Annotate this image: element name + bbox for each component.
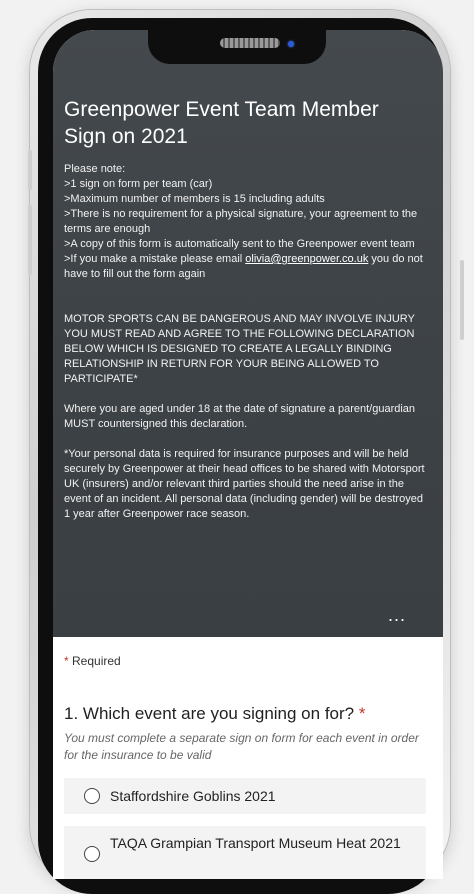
question-hint: You must complete a separate sign on for… [64, 731, 419, 762]
option-label: TAQA Grampian Transport Museum Heat 2021 [110, 835, 401, 851]
option-label: Staffordshire Goblins 2021 [110, 788, 276, 804]
speaker-grille [220, 38, 280, 48]
data-note: *Your personal data is required for insu… [64, 448, 425, 520]
front-camera [288, 41, 294, 47]
more-options-button[interactable]: ... [388, 605, 406, 626]
phone-notch [148, 30, 326, 64]
side-button-left-2 [28, 205, 32, 275]
radio-option[interactable]: Staffordshire Goblins 2021 [64, 778, 426, 814]
question-label: 1. Which event are you signing on for? [64, 704, 355, 723]
form-title: Greenpower Event Team Member Sign on 202… [64, 98, 379, 148]
side-button-left [28, 150, 32, 190]
question-title: 1. Which event are you signing on for? * [64, 704, 424, 724]
email-link[interactable]: olivia@greenpower.co.uk [245, 253, 368, 265]
required-star: * [358, 704, 366, 723]
note-line: >1 sign on form per team (car) [64, 178, 213, 190]
guardian-note: Where you are aged under 18 at the date … [64, 403, 416, 430]
phone-screen: Greenpower Event Team Member Sign on 202… [53, 30, 443, 879]
required-label: Required [72, 654, 121, 668]
note-line: >Maximum number of members is 15 includi… [64, 193, 325, 205]
note-line: Please note: [64, 163, 126, 175]
form-description: Please note: >1 sign on form per team (c… [64, 162, 426, 522]
mistake-note: >If you make a mistake please email oliv… [64, 252, 426, 282]
required-star: * [64, 654, 69, 668]
radio-option[interactable]: TAQA Grampian Transport Museum Heat 2021 [64, 826, 426, 879]
note-line: >There is no requirement for a physical … [64, 208, 418, 235]
radio-button[interactable] [84, 846, 100, 862]
side-button-right [460, 260, 464, 340]
radio-button[interactable] [84, 788, 100, 804]
warning-text: MOTOR SPORTS CAN BE DANGEROUS AND MAY IN… [64, 313, 415, 385]
note-line: >A copy of this form is automatically se… [64, 238, 415, 250]
mistake-prefix: >If you make a mistake please email [64, 253, 246, 265]
form-header: Greenpower Event Team Member Sign on 202… [53, 30, 443, 637]
required-note: * Required [64, 654, 121, 668]
